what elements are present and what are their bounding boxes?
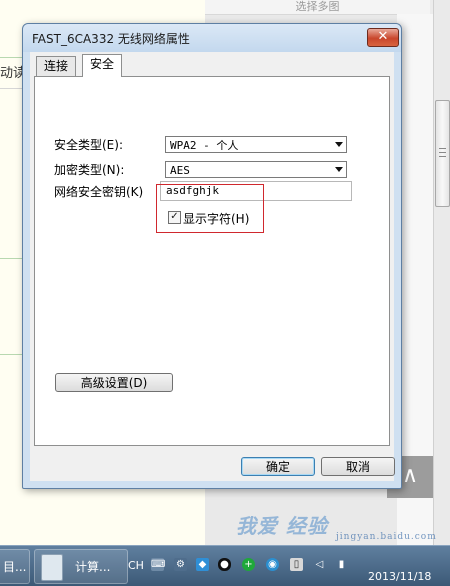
scrollbar-track[interactable]: [433, 0, 450, 545]
input-method-indicator[interactable]: CH: [128, 559, 144, 572]
watermark-text: 我爱 经验: [236, 514, 328, 538]
dialog-body: 连接 安全 安全类型(E): WPA2 - 个人 加密类型(N): AES 网络…: [30, 52, 395, 481]
dialog-title: FAST_6CA332 无线网络属性: [32, 32, 190, 46]
network-key-label: 网络安全密钥(K): [54, 185, 144, 199]
keyboard-icon[interactable]: ⌨: [151, 558, 165, 571]
bird-icon[interactable]: ◉: [266, 558, 279, 571]
security-type-label: 安全类型(E):: [54, 138, 123, 152]
close-icon: ✕: [377, 29, 389, 44]
taskbar-item-left-label: 目...: [3, 560, 27, 574]
calculator-icon: [41, 554, 63, 581]
encryption-type-value: AES: [170, 164, 190, 177]
plus-icon[interactable]: +: [242, 558, 255, 571]
close-button[interactable]: ✕: [367, 28, 399, 47]
watermark: 我爱 经验 jingyan.baidu.com: [236, 510, 450, 550]
security-type-select[interactable]: WPA2 - 个人: [165, 136, 347, 153]
chevron-down-icon: [335, 167, 343, 172]
network-key-input[interactable]: asdfghjk: [160, 181, 352, 201]
taskbar-date[interactable]: 2013/11/18: [368, 570, 431, 583]
device-icon[interactable]: ▯: [290, 558, 303, 571]
cube-icon[interactable]: ◆: [196, 558, 209, 571]
chevron-down-icon: [335, 142, 343, 147]
taskbar-item-left[interactable]: 目...: [0, 549, 30, 584]
show-characters-label: 显示字符(H): [183, 212, 250, 226]
security-type-value: WPA2 - 个人: [170, 139, 239, 152]
volume-icon[interactable]: ◁: [313, 558, 326, 571]
wireless-properties-dialog: FAST_6CA332 无线网络属性 ✕ 连接 安全 安全类型(E): WPA2…: [22, 23, 402, 489]
encryption-type-label: 加密类型(N):: [54, 163, 125, 177]
tab-security[interactable]: 安全: [82, 54, 123, 77]
encryption-type-select[interactable]: AES: [165, 161, 347, 178]
background-header-text: 选择多图: [205, 0, 430, 15]
taskbar-item-calculator-label: 计算...: [75, 560, 111, 574]
network-signal-icon[interactable]: ▮: [335, 558, 348, 571]
scrollbar-thumb[interactable]: [435, 100, 450, 207]
taskbar: 目... 计算... CH ⌨ ⚙ ◆ ● + ◉ ▯ ◁ ▮ 2013/11/…: [0, 545, 450, 586]
watermark-url: jingyan.baidu.com: [336, 532, 437, 542]
security-tab-panel: 安全类型(E): WPA2 - 个人 加密类型(N): AES 网络安全密钥(K…: [34, 76, 390, 446]
cancel-button[interactable]: 取消: [321, 457, 395, 476]
penguin-icon[interactable]: ●: [218, 558, 231, 571]
dialog-titlebar[interactable]: FAST_6CA332 无线网络属性 ✕: [23, 24, 401, 52]
tab-connection[interactable]: 连接: [36, 56, 77, 76]
network-key-value: asdfghjk: [166, 184, 219, 197]
show-characters-checkbox[interactable]: ✓: [168, 211, 181, 224]
settings-icon[interactable]: ⚙: [174, 558, 187, 571]
advanced-settings-button[interactable]: 高级设置(D): [55, 373, 173, 392]
ok-button[interactable]: 确定: [241, 457, 315, 476]
taskbar-item-calculator[interactable]: 计算...: [34, 549, 128, 584]
